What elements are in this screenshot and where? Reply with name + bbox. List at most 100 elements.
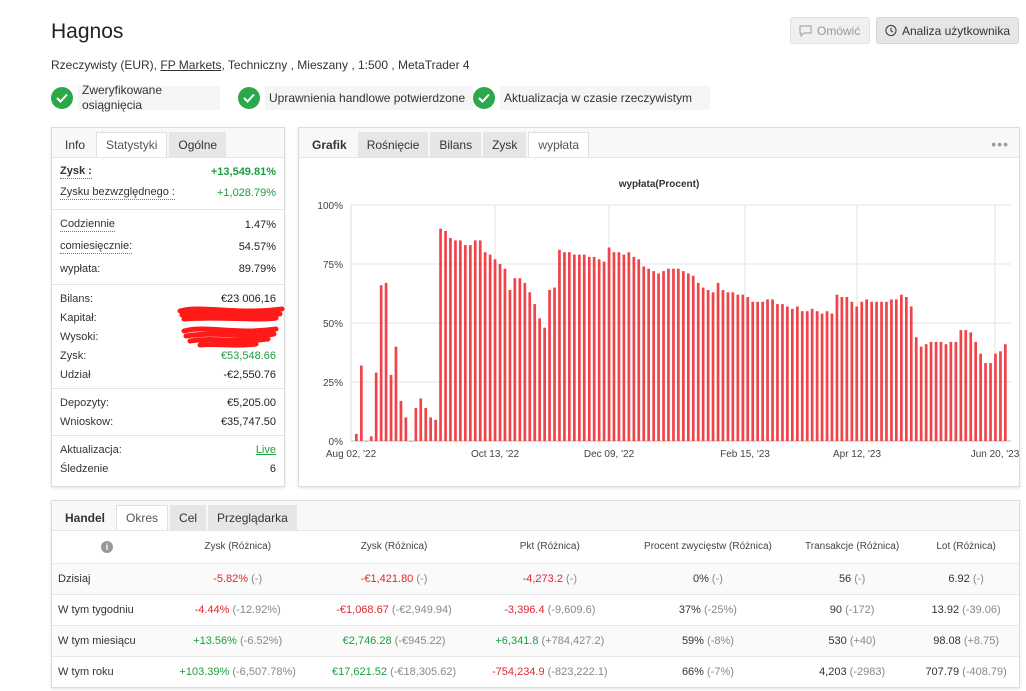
clock-icon: [885, 24, 897, 37]
gain-label[interactable]: Zysk :: [60, 165, 92, 179]
chart-bar: [731, 292, 735, 441]
tab-general[interactable]: Ogólne: [169, 132, 227, 157]
chart-bar: [667, 268, 670, 441]
chart-bar: [850, 301, 854, 441]
badge-text: Aktualizacja w czasie rzeczywistym: [500, 86, 710, 110]
tab-trading[interactable]: Handel: [56, 505, 114, 530]
cell-difference: (-8%): [707, 634, 734, 647]
chart-bar: [746, 297, 750, 441]
table-header-row: i Zysk (Różnica) Zysk (Różnica) Pkt (Róż…: [52, 531, 1019, 563]
column-header: Lot (Różnica): [936, 541, 996, 553]
table-cell: -5.82% (-): [162, 562, 314, 594]
chart-bar: [875, 301, 878, 441]
x-tick-label: Aug 02, '22: [326, 449, 377, 460]
broker-link[interactable]: FP Markets: [160, 58, 221, 72]
monthly-label[interactable]: comiesięcznie:: [60, 240, 133, 254]
chart-bar: [949, 341, 953, 441]
live-link[interactable]: Live: [256, 444, 276, 456]
cell-value: 66%: [681, 665, 704, 678]
x-tick-label: Oct 13, '22: [471, 449, 519, 460]
equity-label: Kapitał:: [60, 311, 97, 324]
column-header: Zysk (Różnica): [204, 541, 272, 553]
chart-bar: [825, 311, 829, 441]
chart-bar: [607, 247, 611, 441]
comment-button[interactable]: Omówić: [790, 17, 870, 44]
tab-info[interactable]: Info: [56, 132, 94, 157]
chart-bar: [662, 271, 665, 441]
chart-bar: [855, 306, 859, 441]
cell-value: €2,746.28: [342, 634, 392, 647]
chart-bar: [424, 408, 428, 441]
y-tick-label: 25%: [323, 378, 343, 389]
chart-bar: [701, 287, 705, 441]
page-title: Hagnos: [51, 20, 124, 43]
share-label: Udział: [60, 368, 91, 381]
table-cell: 37% (-25%): [624, 593, 791, 625]
cell-difference: (-€18,305.62): [390, 665, 457, 678]
chart-bar: [360, 365, 363, 441]
chart-panel: Grafik Rośnięcie Bilans Zysk wypłata •••…: [298, 127, 1020, 487]
chart-bar: [414, 408, 418, 441]
chart-bar: [602, 261, 606, 441]
column-header: Pkt (Różnica): [519, 541, 580, 553]
cell-difference: (-2983): [849, 665, 886, 678]
tab-browser[interactable]: Przeglądarka: [208, 505, 297, 530]
chart-bar: [800, 311, 804, 441]
chart-bar: [538, 318, 541, 441]
table-cell: +103.39% (-6,507.78%): [162, 655, 314, 687]
absolute-gain-label[interactable]: Zysku bezwzględnego :: [60, 186, 175, 200]
chart-bar: [865, 299, 868, 441]
table-cell: 90 (-172): [790, 593, 914, 625]
chart-bar: [404, 417, 408, 441]
cell-value: 90: [829, 603, 843, 616]
chart-bar: [617, 252, 621, 441]
chart-bar: [597, 259, 601, 441]
table-cell: €17,621.52 (-€18,305.62): [313, 655, 475, 687]
cell-value: 56: [838, 572, 852, 585]
trading-panel: Handel Okres Cel Przeglądarka i Zysk (Ró…: [51, 500, 1020, 688]
badge-text: Uprawnienia handlowe potwierdzone: [265, 86, 473, 110]
chart-bar: [924, 344, 928, 441]
table-cell: -754,234.9 (-823,222.1): [474, 655, 625, 687]
chart-bar: [563, 252, 566, 441]
high-label: Wysoki:: [60, 330, 99, 343]
chart-bar: [786, 306, 789, 441]
chart-bar: [543, 327, 546, 441]
tab-period[interactable]: Okres: [116, 505, 169, 530]
chart-bar: [840, 297, 844, 441]
chart-bar: [473, 240, 477, 441]
cell-difference: (-25%): [703, 603, 737, 616]
stats-tabs: Info Statystyki Ogólne: [52, 128, 284, 158]
chart-bar: [974, 341, 977, 441]
cell-difference: (-): [566, 572, 578, 585]
chart-bar: [672, 268, 675, 441]
badge-text: Zweryfikowane osiągnięcia: [78, 83, 220, 112]
chart-bar: [493, 259, 497, 441]
user-analysis-label: Analiza użytkownika: [901, 23, 1010, 38]
chart-bar: [820, 313, 824, 441]
chart-bar: [553, 287, 556, 441]
info-icon[interactable]: i: [101, 540, 113, 553]
chart-bar: [706, 290, 710, 441]
daily-label[interactable]: Codziennie: [60, 218, 116, 232]
chart-bar: [632, 256, 636, 441]
tab-statistics[interactable]: Statystyki: [96, 132, 168, 157]
cell-difference: (+40): [849, 634, 876, 647]
chart-bar: [578, 254, 581, 441]
chart-bar: [647, 268, 650, 441]
chart-bar: [909, 306, 913, 441]
chart-bar: [870, 301, 873, 441]
chart-bar: [919, 346, 923, 441]
gain-group: Zysk : +13,549.81% Zysku bezwzględnego : +…: [52, 158, 284, 210]
table-cell: 707.79 (-408.79): [913, 655, 1019, 687]
chart-bar: [954, 341, 958, 441]
withdrawals-value: €35,747.50: [220, 415, 276, 428]
tab-goal[interactable]: Cel: [170, 505, 207, 530]
chart-bar: [860, 301, 864, 441]
user-analysis-button[interactable]: Analiza użytkownika: [876, 17, 1019, 44]
chart-bar: [464, 245, 467, 441]
chart-bar: [682, 271, 685, 441]
chart-bar: [810, 308, 814, 441]
chart-bar: [399, 400, 403, 441]
column-header: Procent zwycięstw (Różnica): [644, 541, 772, 553]
